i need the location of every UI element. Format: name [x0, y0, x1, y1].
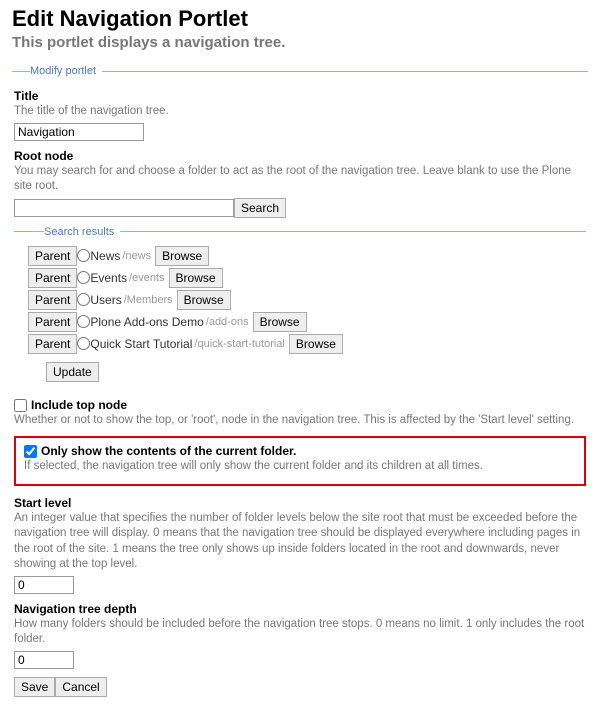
result-path: /Members — [124, 294, 173, 306]
search-results-legend: Search results — [44, 226, 120, 238]
browse-button[interactable]: Browse — [177, 290, 231, 310]
start-level-label: Start level — [14, 496, 586, 510]
result-row: Parent Events /events Browse — [28, 268, 584, 288]
result-row: Parent News /news Browse — [28, 246, 584, 266]
start-level-help: An integer value that specifies the numb… — [14, 511, 586, 573]
include-top-field: Include top node Whether or not to show … — [14, 398, 586, 429]
parent-button[interactable]: Parent — [28, 312, 77, 332]
result-path: /add-ons — [206, 316, 249, 328]
result-path: /news — [122, 250, 151, 262]
root-node-label: Root node — [14, 149, 586, 163]
parent-button[interactable]: Parent — [28, 246, 77, 266]
only-current-help: If selected, the navigation tree will on… — [24, 459, 576, 475]
result-row: Parent Users /Members Browse — [28, 290, 584, 310]
result-radio[interactable] — [77, 315, 90, 328]
only-current-highlight: Only show the contents of the current fo… — [14, 436, 586, 486]
title-input[interactable] — [14, 123, 144, 141]
browse-button[interactable]: Browse — [169, 268, 223, 288]
parent-button[interactable]: Parent — [28, 268, 77, 288]
title-help: The title of the navigation tree. — [14, 104, 586, 120]
include-top-checkbox[interactable] — [14, 399, 27, 412]
include-top-label[interactable]: Include top node — [31, 398, 127, 412]
result-path: /quick-start-tutorial — [194, 338, 284, 350]
search-results-fieldset: Search results ParentNews /newsBrowsePar… — [14, 226, 586, 390]
start-level-input[interactable] — [14, 576, 74, 594]
update-button[interactable]: Update — [46, 362, 99, 382]
result-row: Parent Quick Start Tutorial /quick-start-… — [28, 334, 584, 354]
tree-depth-field: Navigation tree depth How many folders s… — [14, 602, 586, 669]
parent-button[interactable]: Parent — [28, 290, 77, 310]
start-level-field: Start level An integer value that specif… — [14, 496, 586, 594]
root-node-input[interactable] — [14, 199, 234, 217]
root-node-help: You may search for and choose a folder t… — [14, 164, 586, 195]
result-row: Parent Plone Add-ons Demo /add-ons Browse — [28, 312, 584, 332]
browse-button[interactable]: Browse — [253, 312, 307, 332]
result-name: Users — [90, 293, 121, 307]
result-radio[interactable] — [77, 271, 90, 284]
parent-button[interactable]: Parent — [28, 334, 77, 354]
title-label: Title — [14, 89, 586, 103]
root-node-field: Root node You may search for and choose … — [14, 149, 586, 218]
result-path: /events — [129, 272, 164, 284]
save-button[interactable]: Save — [14, 677, 55, 697]
result-radio[interactable] — [77, 249, 90, 262]
form-actions: SaveCancel — [14, 677, 586, 697]
result-radio[interactable] — [77, 293, 90, 306]
modify-portlet-legend: Modify portlet — [30, 65, 102, 77]
tree-depth-input[interactable] — [14, 651, 74, 669]
modify-portlet-fieldset: Modify portlet Title The title of the na… — [12, 65, 588, 701]
result-name: Events — [90, 271, 127, 285]
result-name: Quick Start Tutorial — [90, 337, 192, 351]
result-name: Plone Add-ons Demo — [90, 315, 203, 329]
result-name: News — [90, 249, 120, 263]
title-field: Title The title of the navigation tree. — [14, 89, 586, 141]
page-title: Edit Navigation Portlet — [12, 6, 588, 32]
include-top-help: Whether or not to show the top, or 'root… — [14, 413, 586, 429]
only-current-label[interactable]: Only show the contents of the current fo… — [41, 444, 296, 458]
search-button[interactable]: Search — [234, 198, 286, 218]
result-radio[interactable] — [77, 337, 90, 350]
browse-button[interactable]: Browse — [289, 334, 343, 354]
cancel-button[interactable]: Cancel — [55, 677, 106, 697]
page-subtitle: This portlet displays a navigation tree. — [12, 34, 588, 51]
browse-button[interactable]: Browse — [155, 246, 209, 266]
only-current-checkbox[interactable] — [24, 445, 37, 458]
tree-depth-help: How many folders should be included befo… — [14, 617, 586, 648]
tree-depth-label: Navigation tree depth — [14, 602, 586, 616]
